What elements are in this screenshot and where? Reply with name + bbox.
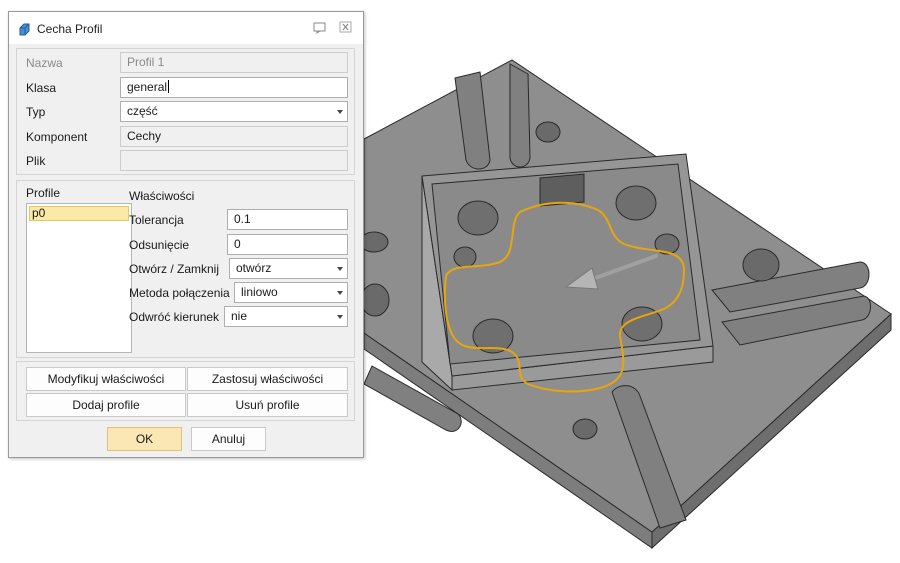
file-field [120, 150, 348, 171]
cancel-button[interactable]: Anuluj [191, 427, 266, 451]
name-field: Profil 1 [120, 52, 348, 73]
restore-window-icon[interactable] [313, 21, 327, 34]
join-method-value: liniowo [241, 285, 278, 299]
open-close-value: otwórz [236, 261, 272, 275]
type-select[interactable]: część [120, 101, 348, 122]
chevron-down-icon [337, 291, 343, 295]
component-label: Komponent [26, 130, 88, 144]
type-label: Typ [26, 105, 46, 119]
close-icon[interactable] [339, 21, 353, 34]
open-close-select[interactable]: otwórz [229, 258, 348, 279]
offset-label: Odsunięcie [129, 238, 190, 252]
remove-profiles-button[interactable]: Usuń profile [187, 393, 348, 417]
tolerance-input[interactable]: 0.1 [227, 209, 348, 230]
profiles-header: Profile [26, 186, 61, 200]
chevron-down-icon [337, 315, 343, 319]
file-label: Plik [26, 154, 46, 168]
add-profiles-button[interactable]: Dodaj profile [26, 393, 186, 417]
component-field: Cechy [120, 126, 348, 147]
ok-button[interactable]: OK [107, 427, 182, 451]
profiles-list[interactable]: p0 [26, 203, 132, 353]
tolerance-label: Tolerancja [129, 213, 184, 227]
reverse-select[interactable]: nie [224, 306, 348, 327]
class-value: general [127, 80, 168, 94]
pocket-wall [539, 173, 585, 207]
join-method-select[interactable]: liniowo [234, 282, 348, 303]
text-cursor [168, 80, 170, 93]
open-close-label: Otwórz / Zamknij [129, 262, 220, 276]
dialog-title: Cecha Profil [37, 22, 103, 36]
type-value: część [127, 104, 158, 118]
reverse-label: Odwróć kierunek [129, 310, 220, 324]
feature-icon [19, 23, 30, 36]
reverse-value: nie [231, 309, 248, 323]
dialog-titlebar[interactable]: Cecha Profil [9, 12, 363, 44]
profile-feature-dialog: Cecha Profil Nazwa Profil 1 Klasa genera… [8, 11, 364, 458]
modify-properties-button[interactable]: Modyfikuj właściwości [26, 367, 186, 391]
offset-input[interactable]: 0 [227, 234, 348, 255]
list-item[interactable]: p0 [29, 206, 129, 221]
apply-properties-button[interactable]: Zastosuj właściwości [187, 367, 348, 391]
class-label: Klasa [26, 81, 57, 95]
join-method-label: Metoda połączenia [129, 286, 230, 300]
properties-header: Właściwości [129, 189, 195, 203]
chevron-down-icon [337, 267, 343, 271]
class-input[interactable]: general [120, 77, 348, 98]
name-label: Nazwa [26, 56, 63, 70]
chevron-down-icon [337, 110, 343, 114]
